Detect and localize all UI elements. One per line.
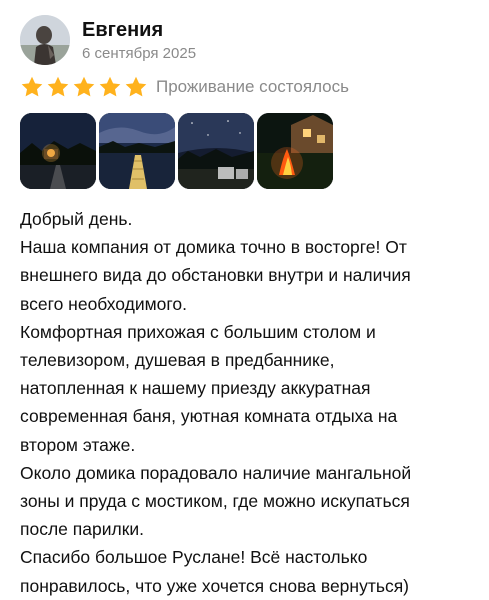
review-text-line: телевизором, душевая в предбаннике, [20, 350, 335, 371]
review-photo-3[interactable] [178, 113, 254, 189]
review-text-line: Наша компания от домика точно в восторге… [20, 237, 407, 258]
photo-night-sky-icon [178, 113, 254, 189]
review-text-line: втором этаже. [20, 434, 136, 455]
rating-row: Проживание состоялось [20, 74, 349, 100]
photo-pond-pier-icon [99, 113, 175, 189]
photo-gallery [20, 113, 336, 189]
rating-stars [20, 75, 150, 99]
review-text-line: Добрый день. [20, 209, 133, 229]
review-text-line: зоны и пруда с мостиком, где можно искуп… [20, 491, 410, 512]
star-icon [125, 76, 147, 97]
review-text-line: всего необходимого. [20, 293, 187, 314]
review-text: Добрый день. Наша компания от домика точ… [20, 205, 480, 600]
photo-cabin-night-icon [20, 113, 96, 189]
review-date: 6 сентября 2025 [82, 44, 197, 62]
stay-status: Проживание состоялось [156, 77, 349, 96]
star-icon [47, 76, 69, 97]
review-text-line: Спасибо большое Руслане! Всё настолько [20, 547, 368, 568]
star-icon [21, 76, 43, 97]
review-text-line: внешнего вида до обстановки внутри и нал… [20, 265, 411, 286]
review-text-line: понравилось, что уже хочется снова верну… [20, 575, 410, 596]
review-header: Евгения 6 сентября 2025 [20, 12, 196, 68]
photo-campfire-icon [257, 113, 333, 189]
review-text-line: натопленная к нашему приезду аккуратная [20, 378, 371, 399]
review-photo-1[interactable] [20, 113, 96, 189]
review-text-line: современная баня, уютная комната отдыха … [20, 406, 398, 427]
review-photo-2[interactable] [99, 113, 175, 189]
author-info: Евгения 6 сентября 2025 [82, 17, 196, 64]
review-text-line: после парилки. [20, 519, 144, 540]
review-card: Евгения 6 сентября 2025 Проживание состо… [0, 0, 489, 600]
avatar[interactable] [20, 15, 70, 65]
author-name[interactable]: Евгения [82, 17, 196, 43]
review-photo-4[interactable] [257, 113, 333, 189]
review-text-line: Около домика порадовало наличие мангальн… [20, 462, 412, 483]
star-icon [73, 76, 95, 97]
review-text-line: Комфортная прихожая с большим столом и [20, 321, 376, 342]
star-icon [99, 76, 121, 97]
